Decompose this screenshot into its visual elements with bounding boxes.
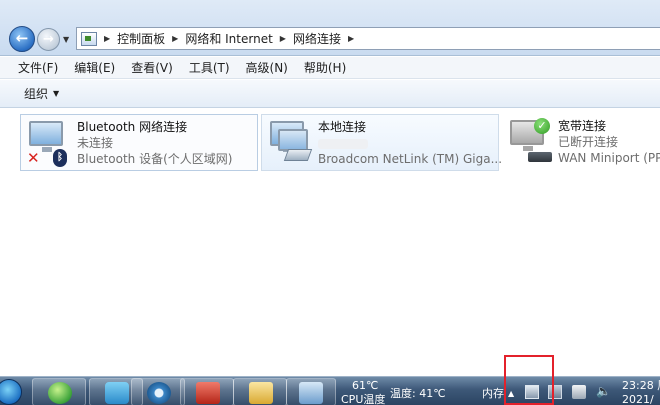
chevron-right-icon[interactable]: ▶ xyxy=(280,34,286,43)
disconnected-x-icon: ✕ xyxy=(27,149,40,167)
breadcrumb-network-connections[interactable]: 网络连接 xyxy=(293,30,341,47)
network-connections-icon xyxy=(299,382,323,404)
temperature-readout: 温度: 41℃ xyxy=(390,387,446,400)
control-panel-icon xyxy=(81,31,97,46)
broadband-icon: ✓ xyxy=(506,118,554,166)
navigation-bar: ← → ▼ ▶ 控制面板 ▶ 网络和 Internet ▶ 网络连接 ▶ xyxy=(0,0,660,56)
monitor-icon xyxy=(278,129,308,151)
address-bar[interactable]: ▶ 控制面板 ▶ 网络和 Internet ▶ 网络连接 ▶ xyxy=(76,27,660,50)
chevron-right-icon[interactable]: ▶ xyxy=(104,34,110,43)
volume-icon[interactable]: 🔈 xyxy=(596,385,611,397)
network-card-icon xyxy=(283,149,313,161)
toolbox-icon xyxy=(196,382,220,404)
back-button[interactable]: ← xyxy=(9,26,35,52)
browser-icon xyxy=(48,382,72,404)
connection-status: 已断开连接 xyxy=(558,135,619,149)
forward-button[interactable]: → xyxy=(37,28,60,51)
cpu-temperature-label: CPU温度 xyxy=(341,393,386,405)
bluetooth-icon: ᛒ xyxy=(53,149,67,167)
check-icon: ✓ xyxy=(534,118,550,134)
chevron-right-icon[interactable]: ▶ xyxy=(348,34,354,43)
arrow-right-icon: → xyxy=(43,32,54,47)
menu-help[interactable]: 帮助(H) xyxy=(296,59,354,76)
connection-name: Bluetooth 网络连接 xyxy=(77,120,188,134)
monitor-icon xyxy=(29,121,63,152)
clock-time[interactable]: 23:28 周 xyxy=(622,380,660,392)
taskbar-app-explorer[interactable] xyxy=(233,378,287,405)
memory-label: 内存 xyxy=(482,387,504,400)
command-bar: 组织 ▼ xyxy=(0,80,660,108)
chevron-right-icon[interactable]: ▶ xyxy=(172,34,178,43)
arrow-left-icon: ← xyxy=(15,29,29,47)
taskbar-app-settings[interactable] xyxy=(131,378,185,405)
organize-button[interactable]: 组织 ▼ xyxy=(24,85,59,102)
taskbar: 61℃ CPU温度 温度: 41℃ 内存 ▲ 🔈 23:28 周 2021/ xyxy=(0,376,660,405)
history-dropdown-icon[interactable]: ▼ xyxy=(63,35,69,44)
usb-device-icon[interactable] xyxy=(572,385,586,399)
connections-list: ✕ ᛒ Bluetooth 网络连接 未连接 Bluetooth 设备(个人区域… xyxy=(0,109,660,376)
messenger-icon xyxy=(105,382,129,404)
folder-icon xyxy=(249,382,273,404)
clock-date[interactable]: 2021/ xyxy=(622,394,654,405)
menu-view[interactable]: 查看(V) xyxy=(123,59,181,76)
connection-local[interactable]: 本地连接 Broadcom NetLink (TM) Giga... xyxy=(261,114,503,171)
menu-advanced[interactable]: 高级(N) xyxy=(238,59,296,76)
clock-time-value: 23:28 xyxy=(622,379,654,392)
taskbar-app-toolbox[interactable] xyxy=(180,378,234,405)
connection-device: Bluetooth 设备(个人区域网) xyxy=(77,152,233,166)
start-button[interactable] xyxy=(0,379,22,405)
connection-name: 本地连接 xyxy=(318,120,367,134)
taskbar-app-browser[interactable] xyxy=(32,378,86,405)
connection-bluetooth[interactable]: ✕ ᛒ Bluetooth 网络连接 未连接 Bluetooth 设备(个人区域… xyxy=(20,114,258,171)
connection-name: 宽带连接 xyxy=(558,119,607,133)
modem-icon xyxy=(528,152,552,162)
menu-edit[interactable]: 编辑(E) xyxy=(66,59,123,76)
connection-status: 未连接 xyxy=(77,136,114,150)
cpu-temperature-value: 61℃ xyxy=(352,379,379,392)
taskbar-app-network[interactable] xyxy=(286,378,336,405)
menu-tools[interactable]: 工具(T) xyxy=(181,59,238,76)
connection-broadband[interactable]: ✓ 宽带连接 已断开连接 WAN Miniport (PPP xyxy=(502,114,660,171)
menu-bar: 文件(F) 编辑(E) 查看(V) 工具(T) 高级(N) 帮助(H) xyxy=(0,57,660,79)
connection-device: Broadcom NetLink (TM) Giga... xyxy=(318,152,503,166)
redacted-text xyxy=(318,138,368,149)
breadcrumb-control-panel[interactable]: 控制面板 xyxy=(117,30,165,47)
organize-label: 组织 xyxy=(24,87,49,101)
highlight-box xyxy=(504,355,554,405)
connection-device: WAN Miniport (PPP xyxy=(558,151,660,165)
gear-icon xyxy=(147,382,171,404)
caret-down-icon: ▼ xyxy=(53,89,60,98)
breadcrumb-network-internet[interactable]: 网络和 Internet xyxy=(185,30,272,47)
bluetooth-disconnected-icon: ✕ ᛒ xyxy=(25,119,73,167)
connection-status-redacted xyxy=(318,135,502,151)
menu-file[interactable]: 文件(F) xyxy=(10,59,66,76)
local-network-icon xyxy=(266,119,314,167)
